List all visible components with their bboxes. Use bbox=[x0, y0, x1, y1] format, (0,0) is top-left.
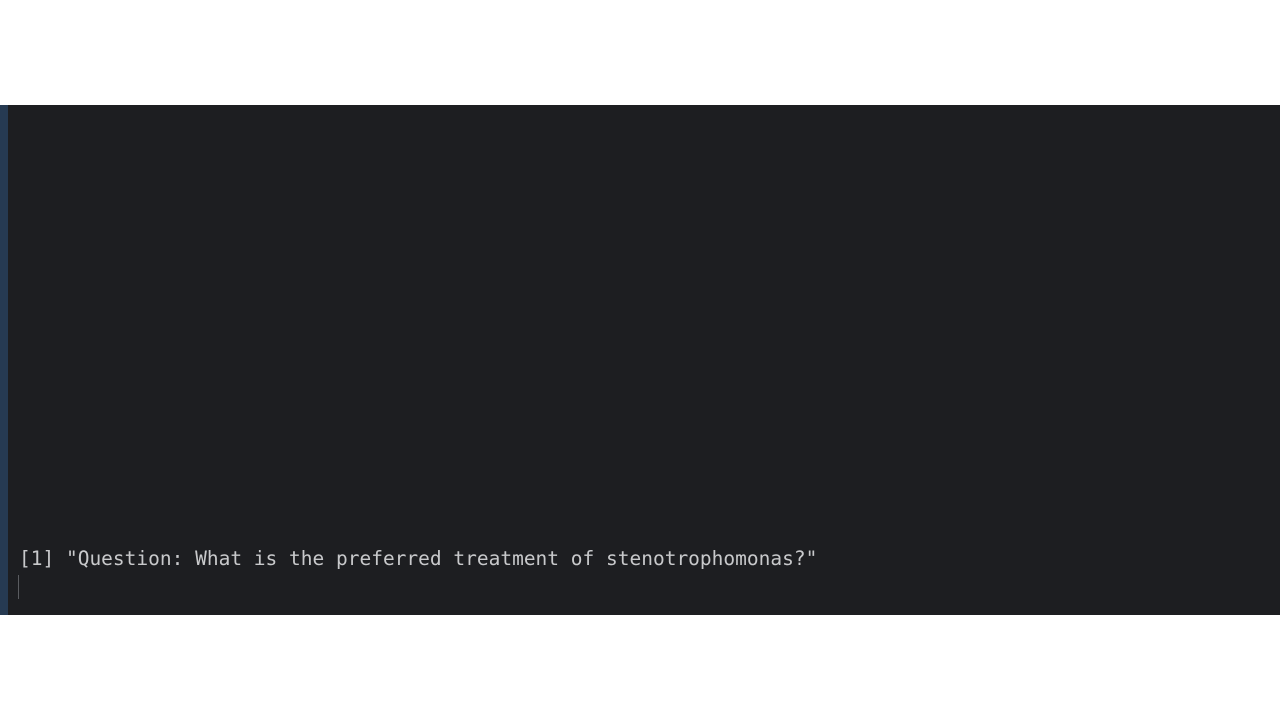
pane-edge-accent bbox=[0, 105, 8, 615]
top-margin bbox=[0, 0, 1280, 105]
r-console-pane[interactable]: [1] "Question: What is the preferred tre… bbox=[0, 105, 1280, 615]
bottom-margin bbox=[0, 615, 1280, 720]
text-cursor bbox=[18, 575, 19, 599]
console-input-line[interactable] bbox=[18, 575, 20, 599]
console-output-line: [1] "Question: What is the preferred tre… bbox=[19, 547, 818, 570]
